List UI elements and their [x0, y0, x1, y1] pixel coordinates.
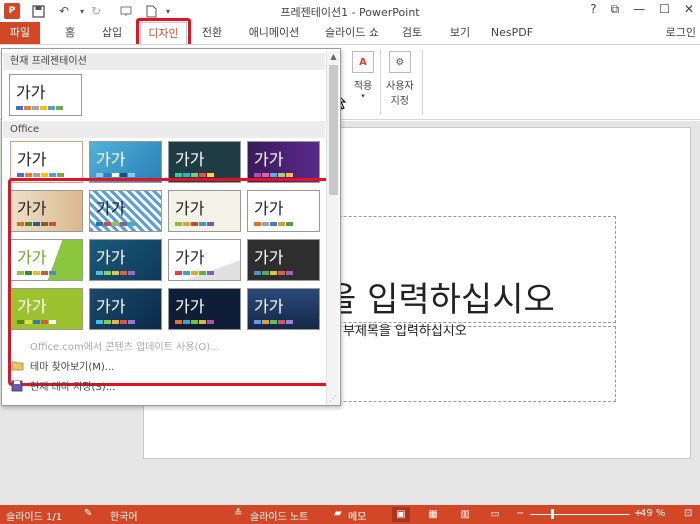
reading-view-icon[interactable]: ▥ [456, 507, 474, 522]
menu-office-online-label: Office.com에서 콘텐츠 업데이트 사용(O)... [30, 342, 220, 353]
zoom-slider-thumb[interactable] [550, 509, 554, 519]
comments-icon[interactable]: ▰ [334, 508, 342, 519]
tab-insert[interactable]: 삽입 [96, 22, 128, 44]
thumb-text: 가가 [17, 150, 47, 169]
theme-integral[interactable]: 가가 [168, 141, 241, 183]
scrollbar-thumb[interactable] [329, 65, 338, 195]
gallery-section-office: Office [3, 121, 325, 138]
current-theme-thumb[interactable]: 가가 [9, 74, 82, 116]
title-placeholder-text: 을 입력하십시오 [325, 280, 555, 320]
design-tab-highlight [136, 18, 191, 47]
slideshow-view-icon[interactable]: ▭ [486, 507, 504, 522]
window-controls: ? ⧉ — ☐ ✕ [590, 2, 694, 17]
save-theme-icon [10, 380, 24, 392]
scroll-up-icon[interactable]: ▲ [327, 52, 340, 64]
menu-browse-themes[interactable]: 테마 찾아보기(M)... [10, 358, 114, 373]
notes-icon[interactable]: ≛ [234, 508, 242, 519]
swatches [17, 173, 64, 177]
subtitle-placeholder-text: 부제목을 입력하십시오 [343, 324, 467, 339]
folder-icon [10, 360, 24, 372]
theme-grid-highlight [8, 178, 335, 386]
status-bar: 슬라이드 1/1 ✎ 한국어 ≛ 슬라이드 노트 ▰ 메모 ▣ ▦ ▥ ▭ − … [0, 505, 700, 524]
menu-office-online: Office.com에서 콘텐츠 업데이트 사용(O)... [10, 338, 220, 353]
format-background-icon: A [352, 51, 374, 73]
zoom-level[interactable]: 49 % [640, 508, 665, 519]
ribbon-divider [422, 49, 423, 115]
slide-sorter-icon[interactable]: ▦ [424, 507, 442, 522]
spelling-icon[interactable]: ✎ [84, 508, 92, 519]
tab-file[interactable]: 파일 [0, 22, 40, 44]
apply-label: 적용 [353, 81, 373, 92]
zoom-out-icon[interactable]: − [516, 508, 524, 519]
tab-home[interactable]: 홈 [58, 22, 82, 44]
swatches [16, 106, 63, 110]
custom-label-1: 사용자 [386, 81, 414, 92]
fit-to-window-icon[interactable]: ⊡ [684, 508, 692, 519]
thumb-text: 가가 [175, 150, 205, 169]
menu-browse-themes-label: 테마 찾아보기(M)... [30, 362, 115, 373]
ribbon-tabs: 파일 홈 삽입 디자인 전환 애니메이션 슬라이드 쇼 검토 보기 NesPDF… [0, 22, 700, 44]
comments-button[interactable]: 메모 [348, 508, 366, 523]
slide-size-button[interactable]: ⚙ 사용자 지정 [386, 51, 414, 107]
slide-counter: 슬라이드 1/1 [6, 512, 63, 523]
swatches [254, 173, 293, 177]
apply-button[interactable]: A 적용 ▾ [352, 51, 374, 100]
thumb-text: 가가 [16, 83, 46, 102]
thumb-text: 가가 [254, 150, 284, 169]
language-indicator[interactable]: 한국어 [110, 508, 138, 523]
menu-save-theme[interactable]: 현재 테마 저장(S)... [10, 378, 115, 393]
swatches [175, 173, 214, 177]
swatches [96, 173, 135, 177]
tab-nespdf[interactable]: NesPDF [488, 22, 536, 44]
theme-office[interactable]: 가가 [10, 141, 83, 183]
blank-icon [10, 340, 24, 352]
maximize-icon[interactable]: ☐ [659, 2, 670, 17]
theme-ion-boardroom[interactable]: 가가 [247, 141, 320, 183]
help-icon[interactable]: ? [590, 2, 596, 17]
chevron-down-icon: ▾ [361, 92, 365, 100]
tab-transitions[interactable]: 전환 [196, 22, 228, 44]
sign-in-link[interactable]: 로그인 [666, 22, 696, 44]
menu-save-theme-label: 현재 테마 저장(S)... [30, 382, 116, 393]
tab-animations[interactable]: 애니메이션 [244, 22, 304, 44]
tab-view[interactable]: 보기 [446, 22, 474, 44]
tab-review[interactable]: 검토 [398, 22, 426, 44]
notes-button[interactable]: 슬라이드 노트 [250, 508, 308, 523]
gallery-section-current: 현재 프레젠테이션 [3, 53, 325, 70]
title-bar: P ↶ ▾ ↻ ▾ 프레젠테이션1 - PowerPoint ? ⧉ — ☐ ✕ [0, 0, 700, 22]
theme-gallery: 현재 프레젠테이션 가가 Office 가가 가가 가가 가가 가가 가가 가가… [1, 48, 341, 406]
zoom-slider[interactable] [530, 514, 630, 515]
restore-ribbon-icon[interactable]: ⧉ [611, 2, 620, 17]
tab-slide-show[interactable]: 슬라이드 쇼 [318, 22, 386, 44]
thumb-text: 가가 [96, 150, 126, 169]
minimize-icon[interactable]: — [633, 2, 645, 17]
gallery-scrollbar[interactable]: ▲ [326, 51, 339, 405]
theme-facet[interactable]: 가가 [89, 141, 162, 183]
slide-size-icon: ⚙ [388, 51, 411, 73]
normal-view-icon[interactable]: ▣ [392, 507, 410, 522]
close-icon[interactable]: ✕ [684, 2, 694, 17]
ribbon-divider [380, 49, 381, 115]
resize-grip-icon[interactable]: ⋰ [329, 394, 337, 403]
custom-label-2: 지정 [390, 96, 409, 107]
